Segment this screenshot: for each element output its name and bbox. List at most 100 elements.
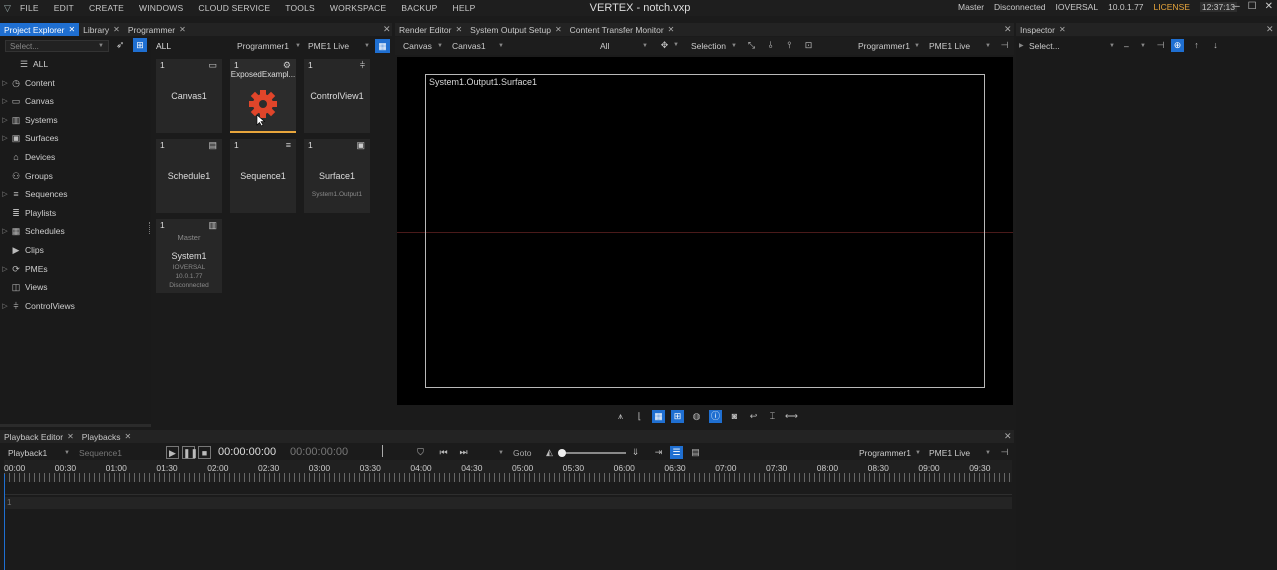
- tree-item-pmes[interactable]: ▷ ⟳ PMEs: [0, 260, 150, 278]
- tree-item-surfaces[interactable]: ▷ ▣ Surfaces: [0, 129, 150, 147]
- tree-item-sequences[interactable]: ▷ ≡ Sequences: [0, 185, 150, 203]
- arrow-up-icon[interactable]: ↑: [1190, 39, 1203, 52]
- expand-arrow-icon[interactable]: ▷: [0, 190, 10, 198]
- close-icon[interactable]: ✕: [1265, 1, 1273, 12]
- goto-button[interactable]: Goto: [513, 448, 531, 458]
- track-row[interactable]: 1: [4, 497, 1012, 509]
- expand-arrow-icon[interactable]: ▷: [0, 302, 10, 310]
- shield-icon[interactable]: ⛉: [414, 446, 427, 459]
- expand-arrow-icon[interactable]: ▷: [0, 265, 10, 273]
- tab-content-transfer-monitor[interactable]: Content Transfer Monitor ✕: [566, 23, 679, 36]
- close-tab-icon[interactable]: ✕: [113, 25, 120, 34]
- tree-item-all[interactable]: ☰ ALL: [0, 55, 150, 73]
- app-logo-icon[interactable]: ▽: [4, 3, 14, 13]
- tree-item-devices[interactable]: ⌂ Devices: [0, 148, 150, 166]
- playhead[interactable]: [4, 474, 5, 570]
- menu-edit[interactable]: EDIT: [54, 3, 74, 13]
- pin-icon[interactable]: ⊣: [1154, 39, 1167, 52]
- mask-icon[interactable]: ◍: [690, 410, 703, 423]
- close-tab-icon[interactable]: ✕: [125, 432, 132, 441]
- menu-windows[interactable]: WINDOWS: [139, 3, 183, 13]
- pme-dropdown[interactable]: PME1 Live ▼: [308, 40, 370, 52]
- tree-item-schedules[interactable]: ▷ ▦ Schedules: [0, 222, 150, 240]
- mode-dropdown[interactable]: Canvas ▼: [403, 40, 443, 52]
- expand-arrow-icon[interactable]: ▷: [0, 227, 10, 235]
- menu-create[interactable]: CREATE: [89, 3, 124, 13]
- vertical-measure-icon[interactable]: ⌶: [766, 410, 779, 423]
- tile-surface1[interactable]: 1 ▣ Surface1 System1.Output1: [304, 139, 370, 213]
- menu-workspace[interactable]: WORKSPACE: [330, 3, 386, 13]
- cue-dropdown[interactable]: ▼: [476, 447, 504, 459]
- grid-view-icon[interactable]: ▦: [375, 39, 390, 53]
- inspector-select[interactable]: Select... ▼: [1029, 40, 1115, 52]
- programmer-dropdown[interactable]: Programmer1 ▼: [237, 40, 301, 52]
- grid-toggle-icon[interactable]: ▦: [652, 410, 665, 423]
- expand-arrow-icon[interactable]: ▷: [0, 79, 10, 87]
- arrow-down-icon[interactable]: ↓: [1209, 39, 1222, 52]
- distribute-icon[interactable]: ⫯: [783, 39, 796, 52]
- menu-help[interactable]: HELP: [453, 3, 476, 13]
- tile-system1[interactable]: 1 ▥ Master System1 IOVERSAL 10.0.1.77 Di…: [156, 219, 222, 293]
- render-programmer-dropdown[interactable]: Programmer1 ▼: [858, 40, 920, 52]
- fast-forward-icon[interactable]: ⇥: [652, 446, 665, 459]
- tab-system-output-setup[interactable]: System Output Setup ✕: [466, 23, 566, 36]
- camera-icon[interactable]: ◙: [728, 410, 741, 423]
- timeline-ruler[interactable]: 00:00 00:30 01:00 01:30 02:00 02:30 03:00 03:30…: [4, 460, 1012, 482]
- stop-icon[interactable]: ■: [198, 446, 211, 459]
- pin-icon[interactable]: ⊣: [998, 39, 1011, 52]
- close-panel-icon[interactable]: ✕: [1004, 24, 1012, 35]
- tab-inspector[interactable]: Inspector ✕: [1016, 23, 1070, 36]
- filter-dropdown[interactable]: All ▼: [600, 40, 648, 52]
- canvas-dropdown[interactable]: Canvas1 ▼: [452, 40, 504, 52]
- close-panel-icon[interactable]: ✕: [1004, 431, 1012, 442]
- horizontal-measure-icon[interactable]: ⟷: [785, 410, 798, 423]
- info-icon[interactable]: ⓘ: [709, 410, 722, 423]
- close-tab-icon[interactable]: ✕: [179, 25, 186, 34]
- align-icon[interactable]: ⤡: [745, 39, 758, 52]
- tab-programmer[interactable]: Programmer ✕: [124, 23, 190, 36]
- undo-icon[interactable]: ↩: [747, 410, 760, 423]
- tool-dropdown[interactable]: Selection ▼: [691, 40, 737, 52]
- playback-dropdown[interactable]: Playback1 ▼: [8, 447, 70, 459]
- chevron-down-icon[interactable]: ▼: [673, 42, 679, 48]
- expand-arrow-icon[interactable]: ▷: [0, 134, 10, 142]
- inspector-secondary-select[interactable]: – ▼: [1124, 40, 1146, 52]
- close-tab-icon[interactable]: ✕: [455, 25, 462, 34]
- play-icon[interactable]: ▶: [166, 446, 179, 459]
- tab-library[interactable]: Library ✕: [79, 23, 124, 36]
- close-panel-icon[interactable]: ✕: [383, 24, 391, 35]
- expand-arrow-icon[interactable]: ▷: [0, 116, 10, 124]
- slider-handle[interactable]: [558, 449, 566, 457]
- expand-arrow-icon[interactable]: ▷: [0, 97, 10, 105]
- minimize-icon[interactable]: –: [1234, 1, 1240, 12]
- notes-icon[interactable]: ▤: [689, 446, 702, 459]
- tree-search-select[interactable]: Select... ▼: [5, 40, 109, 52]
- tile-sequence1[interactable]: 1 ≡ Sequence1: [230, 139, 296, 213]
- next-cue-icon[interactable]: ⏭: [457, 446, 470, 459]
- tile-canvas1[interactable]: 1 ▭ Canvas1: [156, 59, 222, 133]
- pin-icon[interactable]: ⊣: [998, 446, 1011, 459]
- tab-project-explorer[interactable]: Project Explorer ✕: [0, 23, 80, 36]
- tree-item-content[interactable]: ▷ ◷ Content: [0, 74, 150, 92]
- tab-playback-editor[interactable]: Playback Editor ✕: [0, 430, 78, 443]
- close-tab-icon[interactable]: ✕: [1059, 25, 1066, 34]
- render-viewport[interactable]: System1.Output1.Surface1: [397, 57, 1013, 405]
- waveform-icon[interactable]: ⩚: [614, 410, 627, 423]
- download-icon[interactable]: ⇓: [629, 446, 642, 459]
- close-panel-icon[interactable]: ✕: [1266, 24, 1274, 35]
- tree-item-systems[interactable]: ▷ ▥ Systems: [0, 111, 150, 129]
- previous-cue-icon[interactable]: ⏮: [437, 446, 450, 459]
- playback-programmer-dropdown[interactable]: Programmer1 ▼: [859, 447, 921, 459]
- cells-toggle-icon[interactable]: ⊞: [671, 410, 684, 423]
- menu-tools[interactable]: TOOLS: [285, 3, 315, 13]
- pointer-icon[interactable]: ➶: [116, 40, 124, 51]
- tree-item-playlists[interactable]: ≣ Playlists: [0, 204, 150, 222]
- speed-icon[interactable]: ◭: [543, 446, 556, 459]
- playback-pme-dropdown[interactable]: PME1 Live ▼: [929, 447, 991, 459]
- license-link[interactable]: LICENSE: [1154, 2, 1190, 12]
- corner-icon[interactable]: ⌊: [633, 410, 646, 423]
- tile-exposed-example[interactable]: 1 ⚙ ExposedExampl...: [230, 59, 296, 133]
- fit-icon[interactable]: ⊡: [802, 39, 815, 52]
- tree-view-toggle-icon[interactable]: ⊞: [133, 38, 147, 52]
- snap-icon[interactable]: ⫰: [764, 39, 777, 52]
